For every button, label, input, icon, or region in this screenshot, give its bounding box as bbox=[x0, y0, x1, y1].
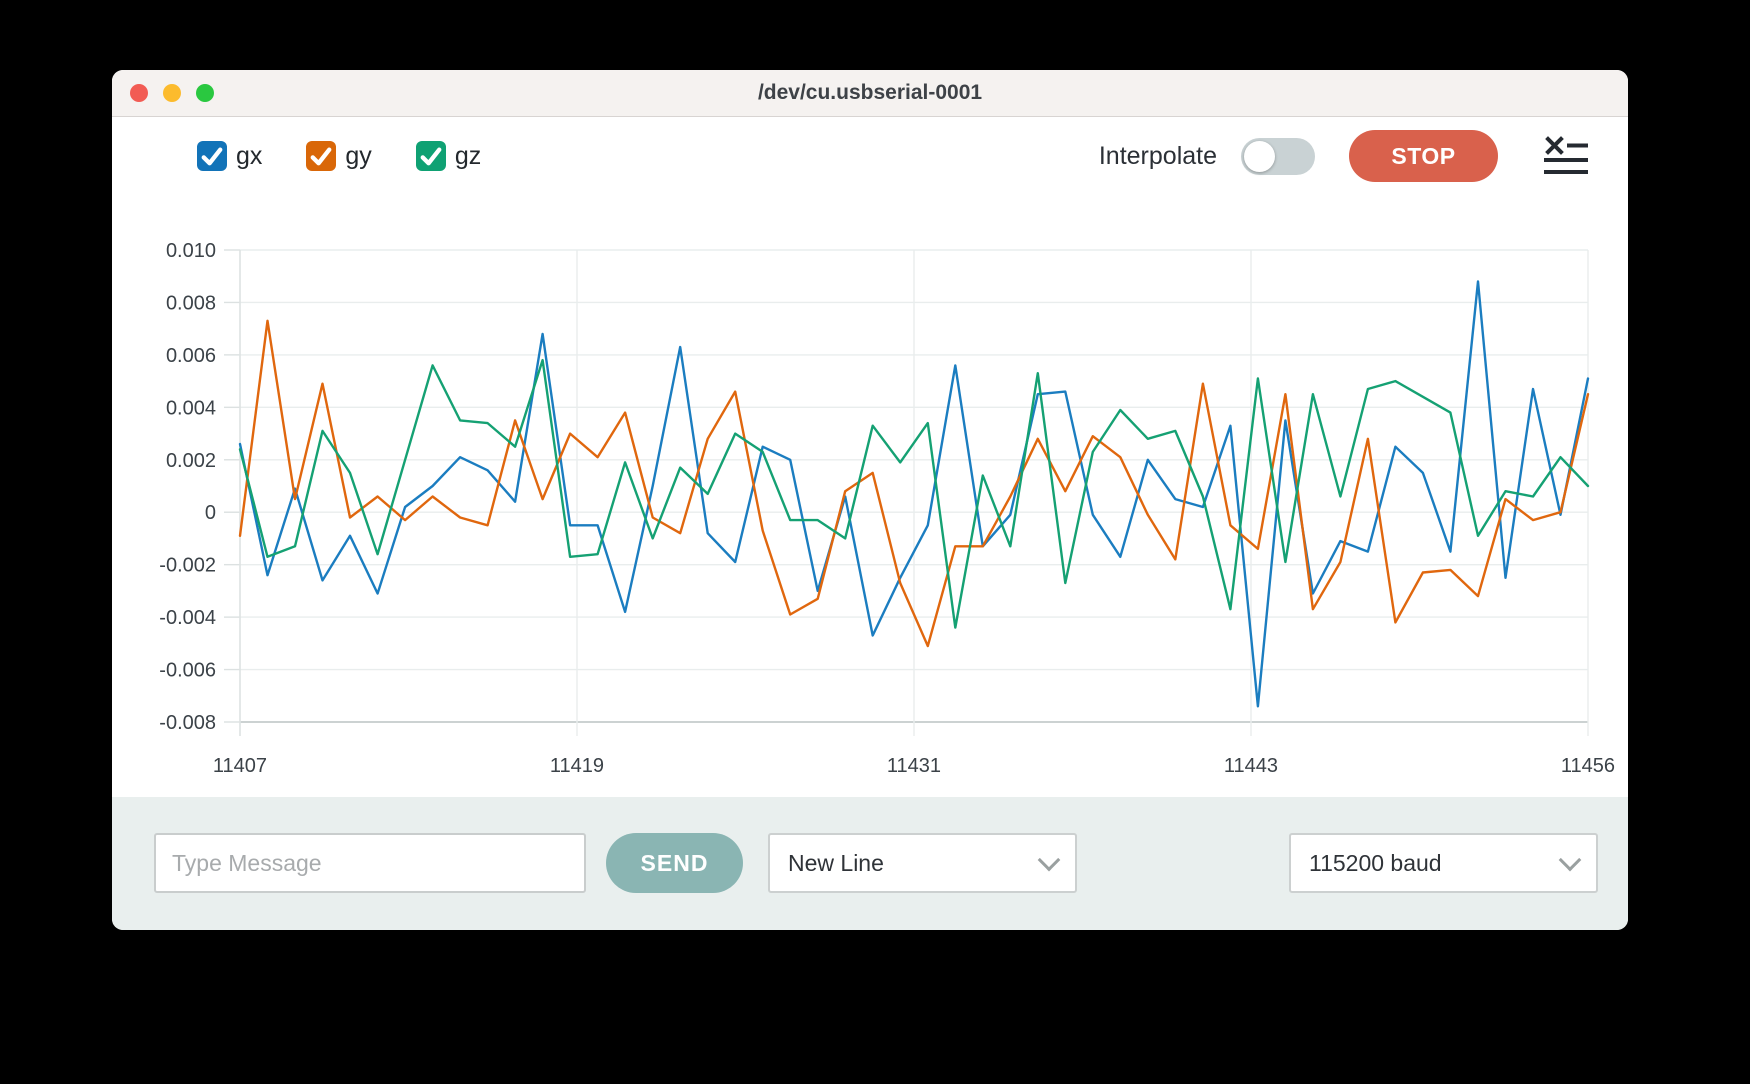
y-axis-tick-label: -0.004 bbox=[159, 607, 216, 629]
series-toggle-item[interactable]: gx bbox=[197, 141, 262, 171]
minimize-button[interactable] bbox=[163, 84, 181, 102]
y-axis-tick-label: -0.008 bbox=[159, 712, 216, 734]
y-axis-tick-label: 0.010 bbox=[166, 240, 216, 262]
stop-button[interactable]: STOP bbox=[1349, 130, 1498, 182]
chevron-down-icon bbox=[1559, 848, 1582, 871]
titlebar: /dev/cu.usbserial-0001 bbox=[112, 70, 1628, 117]
message-input[interactable] bbox=[154, 833, 586, 893]
maximize-button[interactable] bbox=[196, 84, 214, 102]
close-button[interactable] bbox=[130, 84, 148, 102]
series-label: gz bbox=[455, 142, 481, 171]
y-axis-tick-label: -0.002 bbox=[159, 555, 216, 577]
line-ending-select[interactable]: New Line bbox=[768, 833, 1077, 893]
x-axis-tick-label: 11443 bbox=[1224, 755, 1278, 777]
app-window: /dev/cu.usbserial-0001 gx gy gz Interpol… bbox=[112, 70, 1628, 930]
x-axis-tick-label: 11419 bbox=[550, 755, 604, 777]
interpolate-label: Interpolate bbox=[1099, 142, 1217, 171]
y-axis-tick-label: 0.002 bbox=[166, 450, 216, 472]
toolbar: gx gy gz Interpolate STOP bbox=[197, 128, 1588, 184]
line-ending-value: New Line bbox=[788, 850, 884, 877]
baud-rate-value: 115200 baud bbox=[1309, 850, 1442, 877]
baud-rate-select[interactable]: 115200 baud bbox=[1289, 833, 1598, 893]
checkmark-icon bbox=[306, 141, 336, 171]
x-axis-tick-label: 11407 bbox=[213, 755, 267, 777]
y-axis-tick-label: 0.006 bbox=[166, 345, 216, 367]
send-button[interactable]: SEND bbox=[606, 833, 743, 893]
traffic-lights bbox=[130, 84, 214, 102]
toolbar-right: Interpolate STOP bbox=[1099, 130, 1588, 182]
series-toggle-item[interactable]: gz bbox=[416, 141, 481, 171]
line-chart: 0.010 0.008 0.006 0.004 0.002 0 -0.002 -0.004 -0… bbox=[112, 186, 1628, 797]
x-axis-tick-label: 11456 bbox=[1561, 755, 1615, 777]
y-axis-tick-label: 0.004 bbox=[166, 397, 216, 419]
interpolate-toggle[interactable] bbox=[1241, 138, 1315, 175]
series-label: gx bbox=[236, 142, 262, 171]
checkmark-icon bbox=[197, 141, 227, 171]
series-toggles: gx gy gz bbox=[197, 141, 481, 171]
window-title: /dev/cu.usbserial-0001 bbox=[112, 70, 1628, 116]
series-toggle-item[interactable]: gy bbox=[306, 141, 371, 171]
x-axis-tick-label: 11431 bbox=[887, 755, 941, 777]
series-label: gy bbox=[345, 142, 371, 171]
toggle-knob bbox=[1244, 141, 1275, 172]
y-axis-tick-label: 0.008 bbox=[166, 292, 216, 314]
log-list-icon[interactable] bbox=[1544, 136, 1588, 176]
y-axis-tick-label: 0 bbox=[205, 502, 216, 524]
chevron-down-icon bbox=[1038, 848, 1061, 871]
bottom-bar: SEND New Line 115200 baud bbox=[112, 797, 1628, 930]
checkmark-icon bbox=[416, 141, 446, 171]
series-checkbox-gy[interactable] bbox=[306, 141, 336, 171]
series-checkbox-gx[interactable] bbox=[197, 141, 227, 171]
y-axis-tick-label: -0.006 bbox=[159, 660, 216, 682]
series-checkbox-gz[interactable] bbox=[416, 141, 446, 171]
